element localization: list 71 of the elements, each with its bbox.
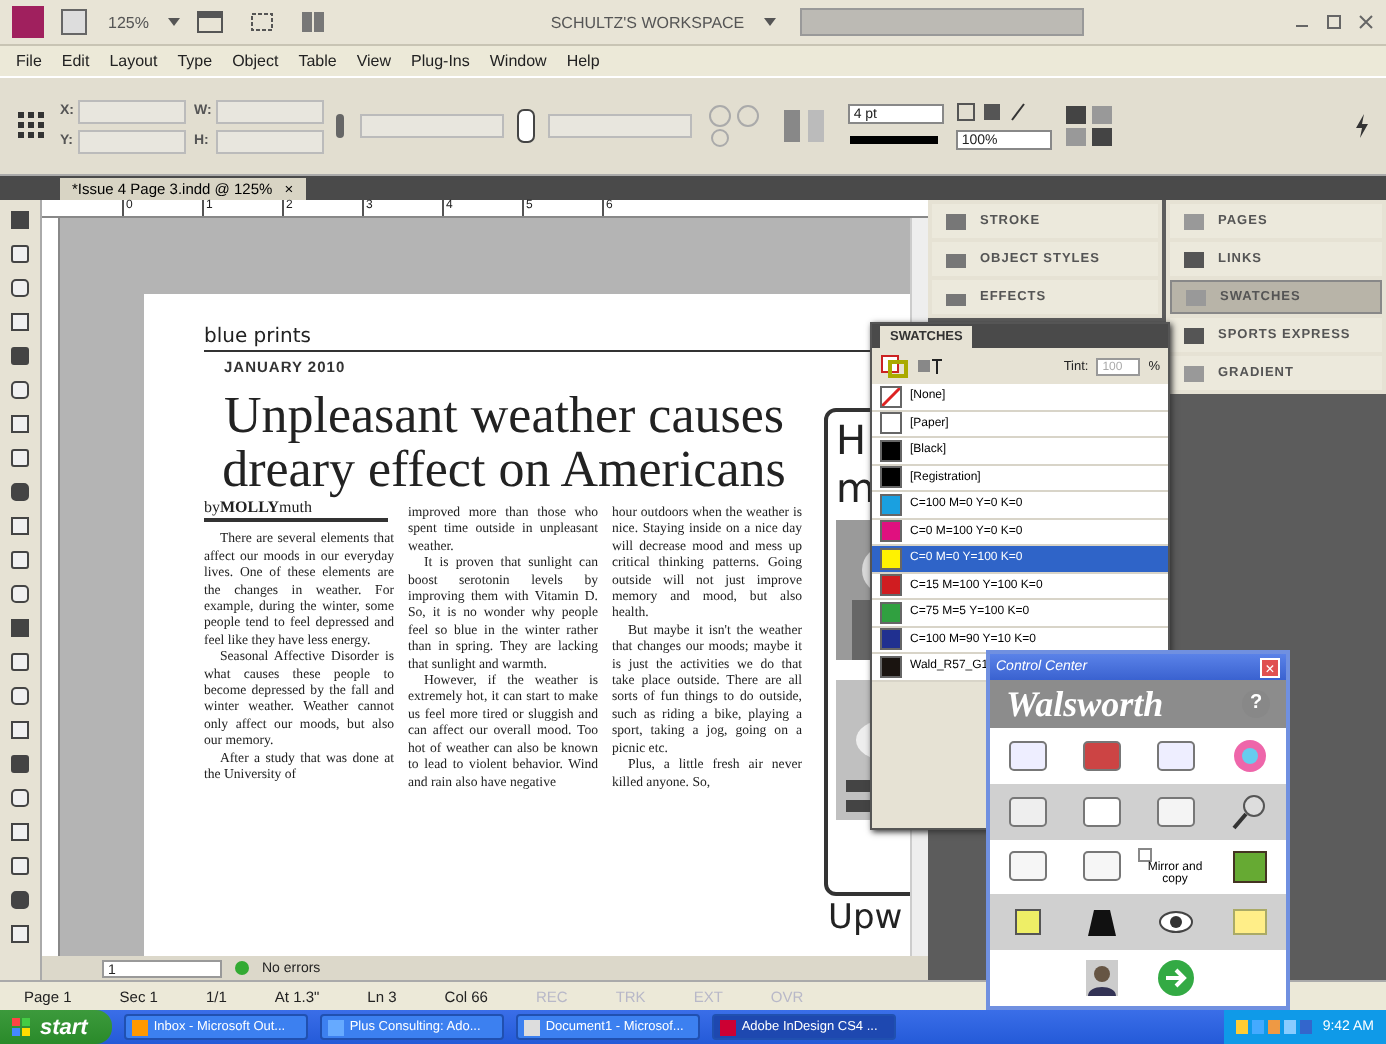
height-field[interactable] [215, 129, 324, 153]
tool-icon[interactable] [8, 276, 32, 300]
tool-icon[interactable] [8, 718, 32, 742]
tool-icon[interactable] [8, 888, 32, 912]
zoom-dropdown[interactable]: 125% [104, 13, 153, 31]
tray-icon[interactable] [1236, 1018, 1317, 1036]
eye-icon[interactable] [1157, 906, 1193, 939]
byline: byMOLLYmuth [204, 500, 388, 523]
tool-icon[interactable] [8, 650, 32, 674]
tool-icon[interactable] [8, 922, 32, 946]
menu-item[interactable]: Type [177, 52, 213, 70]
x-field[interactable] [78, 99, 186, 123]
workspace-dropdown[interactable]: SCHULTZ'S WORKSPACE [546, 13, 749, 31]
tool-icon[interactable] [8, 480, 32, 504]
align-icon[interactable] [1063, 102, 1116, 150]
tool-icon[interactable] [8, 344, 32, 368]
sidebar-headline: H [836, 416, 867, 464]
caret-icon[interactable] [168, 18, 181, 26]
stroke-type-icon[interactable] [847, 132, 944, 148]
close-button[interactable]: × [1260, 657, 1280, 677]
tool-icon[interactable] [8, 684, 32, 708]
tool-icon[interactable] [8, 514, 32, 538]
person-avatar-icon[interactable] [1085, 960, 1117, 997]
menu-item[interactable]: Layout [109, 52, 158, 70]
proxy-icon[interactable] [515, 106, 536, 146]
tool-icon[interactable] [8, 582, 32, 606]
magnifier-icon[interactable] [1231, 793, 1267, 830]
tool-icon[interactable] [8, 820, 32, 844]
tool-icon[interactable] [8, 446, 32, 470]
menu-item[interactable]: Help [566, 52, 600, 70]
tool-icon[interactable] [8, 412, 32, 436]
menu-item[interactable]: View [356, 52, 392, 70]
tool-icon[interactable] [8, 786, 32, 810]
app-icon[interactable] [523, 1019, 540, 1035]
menu-item[interactable]: Window [489, 52, 547, 70]
tool-icon[interactable] [8, 616, 32, 640]
tool-icon[interactable] [8, 242, 32, 266]
panel-icon[interactable] [1182, 325, 1206, 345]
color-wheel-icon[interactable] [1231, 737, 1267, 774]
tool-icon[interactable] [8, 548, 32, 572]
menu-item[interactable]: Table [298, 52, 337, 70]
start-button[interactable]: start [0, 1010, 112, 1044]
width-field[interactable] [215, 99, 324, 123]
menu-item[interactable]: Edit [61, 52, 90, 70]
sidebar-headline: Upw [828, 898, 903, 938]
help-button[interactable]: ? [1242, 690, 1270, 718]
menu-item[interactable]: Object [232, 52, 279, 70]
fill-stroke-icon[interactable] [880, 354, 908, 378]
tool-icon[interactable] [8, 378, 32, 402]
tool-icon[interactable] [8, 310, 32, 334]
panel-icon[interactable] [1182, 249, 1206, 269]
y-field[interactable] [78, 129, 186, 153]
windows-flag-icon[interactable] [12, 1017, 32, 1037]
tool-icon[interactable] [8, 208, 32, 232]
reference-point-icon[interactable] [16, 110, 48, 142]
panel-icon[interactable] [944, 211, 968, 231]
tool-icon[interactable] [8, 752, 32, 776]
close-icon[interactable] [1358, 14, 1375, 30]
rotate-field[interactable] [547, 114, 692, 138]
text-format-icon[interactable] [916, 356, 944, 376]
search-field[interactable] [800, 8, 1085, 36]
menu-item[interactable]: File [16, 52, 42, 70]
brand-logo: Walsworth [1006, 683, 1164, 725]
maximize-icon[interactable] [1326, 14, 1343, 30]
tool-icon[interactable] [8, 854, 32, 878]
menu-item[interactable]: Plug-Ins [411, 52, 470, 70]
lightning-icon[interactable] [1354, 114, 1370, 138]
scale-field[interactable] [359, 114, 504, 138]
caret-icon[interactable] [764, 18, 777, 26]
headline: Unpleasant weather causes dreary effect on Americans [220, 388, 788, 496]
panel-icon[interactable] [944, 249, 968, 269]
